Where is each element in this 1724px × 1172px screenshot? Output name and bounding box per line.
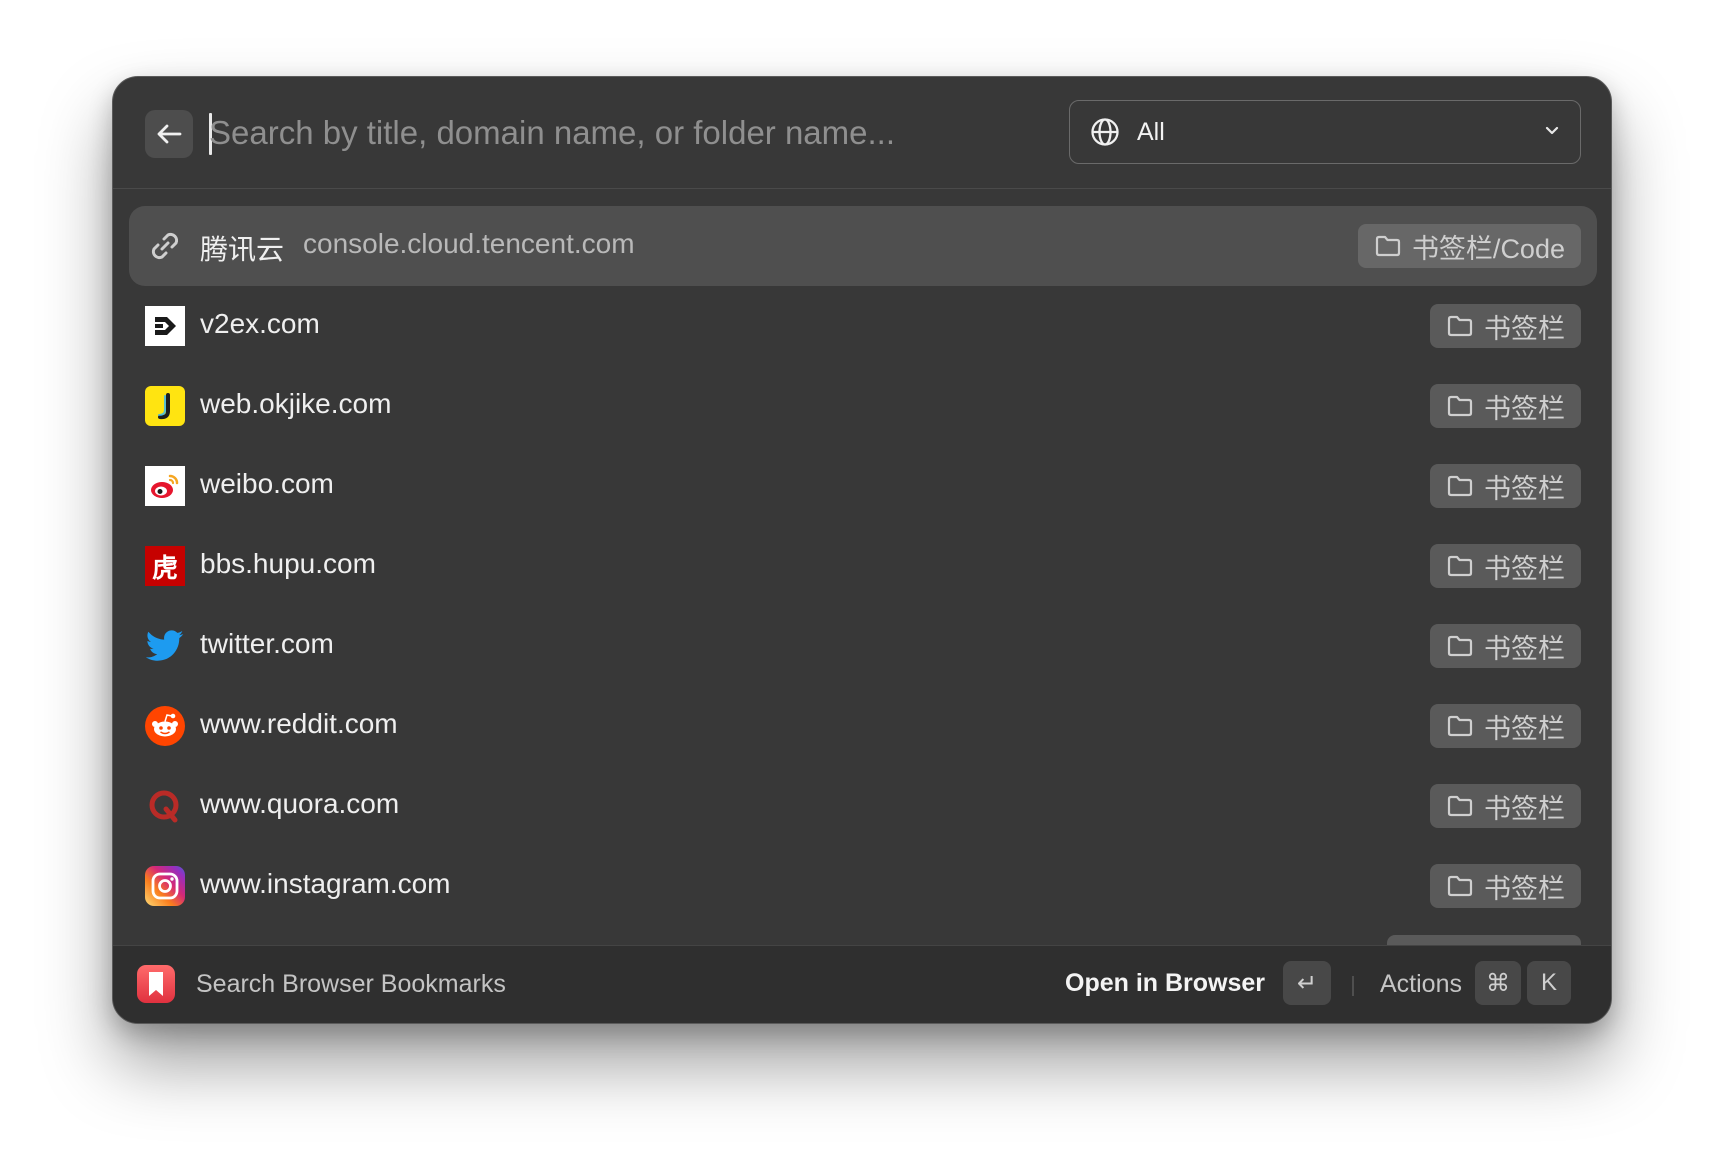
bookmark-row-tencent-cloud[interactable]: 腾讯云 console.cloud.tencent.com 书签栏/Code bbox=[129, 206, 1597, 286]
bookmark-title: 腾讯云 bbox=[200, 234, 285, 265]
browser-filter-dropdown[interactable]: All bbox=[1069, 100, 1581, 164]
hupu-favicon: 虎 bbox=[145, 546, 185, 586]
search-input[interactable] bbox=[209, 105, 1149, 161]
folder-tag: 书签栏/Code bbox=[1357, 224, 1581, 268]
bookmark-title: bbs.hupu.com bbox=[200, 548, 376, 579]
bookmark-title: www.instagram.com bbox=[200, 868, 451, 899]
folder-label: 书签栏 bbox=[1484, 553, 1565, 584]
bookmark-row-reddit[interactable]: www.reddit.com 书签栏 bbox=[129, 686, 1597, 766]
bookmark-title: web.okjike.com bbox=[200, 388, 392, 419]
hupu-logo-glyph: 虎 bbox=[145, 546, 185, 586]
search-bar: All bbox=[113, 77, 1611, 189]
bookmark-row-quora[interactable]: www.quora.com 书签栏 bbox=[129, 766, 1597, 846]
folder-tag: 书签栏 bbox=[1430, 864, 1581, 908]
actions-button[interactable]: Actions bbox=[1380, 970, 1462, 999]
folder-label: 书签栏 bbox=[1484, 313, 1565, 344]
enter-key-hint: ↵ bbox=[1283, 961, 1331, 1005]
folder-icon bbox=[1375, 235, 1401, 257]
folder-tag: 书签栏 bbox=[1430, 544, 1581, 588]
divider bbox=[1352, 976, 1354, 996]
bookmark-title: v2ex.com bbox=[200, 308, 320, 339]
k-key-hint: K bbox=[1527, 961, 1571, 1005]
folder-tag: 书签栏 bbox=[1430, 704, 1581, 748]
folder-icon bbox=[1447, 635, 1473, 657]
command-key-hint: ⌘ bbox=[1475, 961, 1521, 1005]
folder-icon bbox=[1447, 395, 1473, 417]
action-bar: Search Browser Bookmarks Open in Browser… bbox=[113, 945, 1611, 1023]
bookmark-app-icon bbox=[137, 965, 175, 1003]
bookmark-row-okjike[interactable]: web.okjike.com 书签栏 bbox=[129, 366, 1597, 446]
bookmark-row-hupu[interactable]: 虎 bbs.hupu.com 书签栏 bbox=[129, 526, 1597, 606]
bookmark-title: www.reddit.com bbox=[200, 708, 398, 739]
bookmark-row-weibo[interactable]: weibo.com 书签栏 bbox=[129, 446, 1597, 526]
extension-name: Search Browser Bookmarks bbox=[196, 970, 506, 998]
folder-icon bbox=[1447, 555, 1473, 577]
folder-tag: 书签栏 bbox=[1430, 384, 1581, 428]
folder-label: 书签栏 bbox=[1484, 713, 1565, 744]
link-icon bbox=[145, 226, 185, 266]
twitter-favicon bbox=[145, 626, 185, 666]
folder-icon bbox=[1447, 795, 1473, 817]
bookmark-row-v2ex[interactable]: v2ex.com 书签栏 bbox=[129, 286, 1597, 366]
bookmarks-window: All 腾讯云 console.cloud.tencent.com bbox=[112, 76, 1612, 1024]
bookmark-title: www.quora.com bbox=[200, 788, 400, 819]
folder-icon bbox=[1447, 475, 1473, 497]
folder-icon bbox=[1447, 875, 1473, 897]
folder-icon bbox=[1447, 315, 1473, 337]
jike-favicon bbox=[145, 386, 185, 426]
filter-selected-label: All bbox=[1137, 118, 1165, 146]
folder-tag: 书签栏 bbox=[1430, 784, 1581, 828]
folder-label: 书签栏 bbox=[1484, 633, 1565, 664]
folder-label: 书签栏/Code bbox=[1411, 233, 1565, 264]
bookmark-domain: console.cloud.tencent.com bbox=[303, 228, 635, 259]
bookmark-list: 腾讯云 console.cloud.tencent.com 书签栏/Code v… bbox=[113, 190, 1611, 1022]
globe-icon bbox=[1091, 118, 1119, 146]
bookmark-title: weibo.com bbox=[200, 468, 334, 499]
folder-tag: 书签栏 bbox=[1430, 624, 1581, 668]
open-in-browser-action[interactable]: Open in Browser bbox=[1065, 969, 1265, 998]
bookmark-row-instagram[interactable]: www.instagram.com 书签栏 bbox=[129, 846, 1597, 926]
folder-label: 书签栏 bbox=[1484, 473, 1565, 504]
arrow-left-icon bbox=[157, 124, 182, 144]
folder-icon bbox=[1447, 715, 1473, 737]
reddit-favicon bbox=[145, 706, 185, 746]
quora-favicon bbox=[145, 786, 185, 826]
weibo-favicon bbox=[145, 466, 185, 506]
folder-tag: 书签栏 bbox=[1430, 304, 1581, 348]
folder-tag: 书签栏 bbox=[1430, 464, 1581, 508]
chevron-down-icon bbox=[1545, 126, 1559, 135]
back-button[interactable] bbox=[145, 110, 193, 158]
bookmark-row-twitter[interactable]: twitter.com 书签栏 bbox=[129, 606, 1597, 686]
v2ex-favicon bbox=[145, 306, 185, 346]
bookmark-title: twitter.com bbox=[200, 628, 334, 659]
instagram-favicon bbox=[145, 866, 185, 906]
folder-label: 书签栏 bbox=[1484, 393, 1565, 424]
folder-label: 书签栏 bbox=[1484, 873, 1565, 904]
folder-label: 书签栏 bbox=[1484, 793, 1565, 824]
